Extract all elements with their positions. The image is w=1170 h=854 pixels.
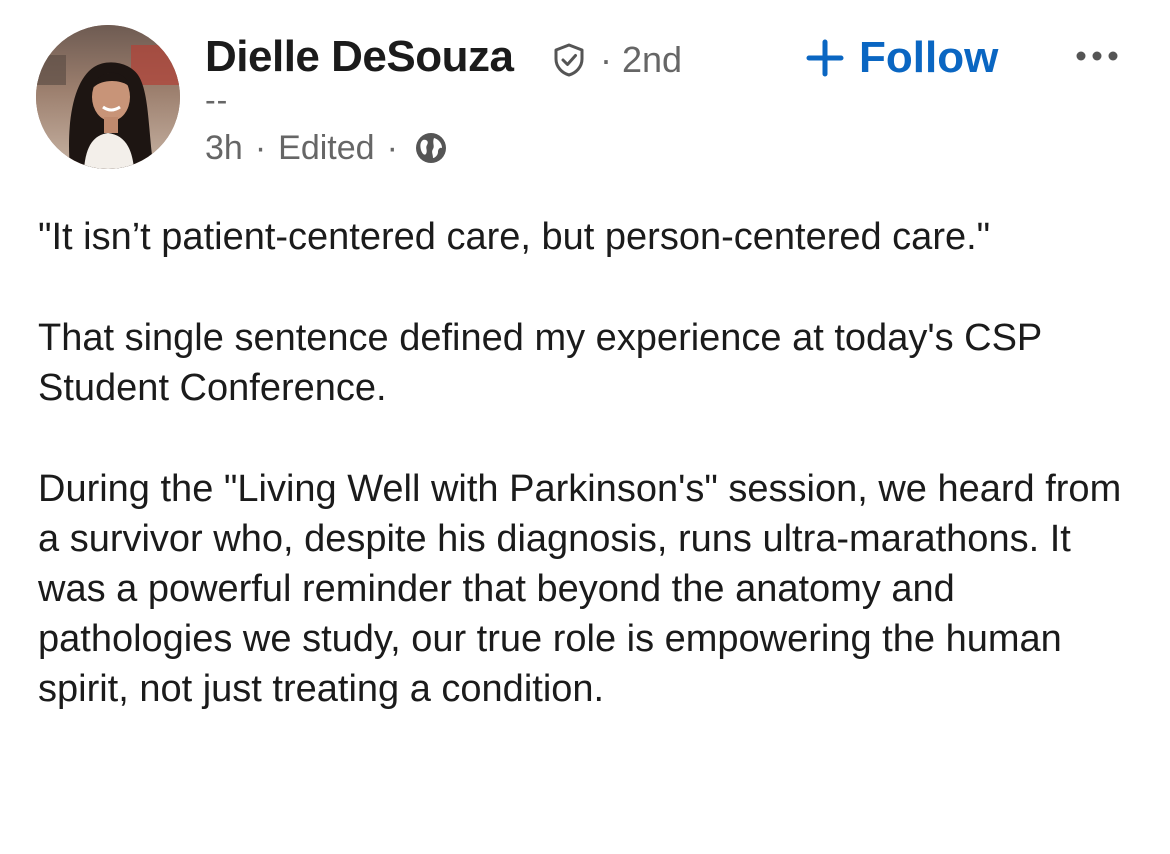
separator-dot: · xyxy=(600,39,612,80)
separator-dot: · xyxy=(386,128,398,167)
avatar[interactable] xyxy=(36,25,180,169)
plus-icon xyxy=(806,39,844,77)
globe-icon xyxy=(415,133,446,163)
more-horizontal-icon[interactable] xyxy=(1072,38,1122,74)
post-paragraph: "It isn’t patient-centered care, but per… xyxy=(38,216,991,258)
follow-label: Follow xyxy=(859,33,999,82)
edited-label: Edited xyxy=(278,128,375,167)
post-meta: 3h · Edited · xyxy=(205,126,448,170)
author-headline: -- xyxy=(205,82,229,118)
avatar-image xyxy=(36,25,180,169)
post-paragraph: During the "Living Well with Parkinson's… xyxy=(38,468,1122,710)
post-time: 3h xyxy=(205,128,243,167)
follow-button[interactable]: Follow xyxy=(805,28,998,88)
post-body: "It isn’t patient-centered care, but per… xyxy=(38,212,1138,714)
degree-label: 2nd xyxy=(622,39,683,80)
post-paragraph: That single sentence defined my experien… xyxy=(38,317,1042,409)
connection-degree: · 2nd xyxy=(600,38,682,82)
separator-dot: · xyxy=(254,128,267,167)
verified-shield-icon xyxy=(554,43,584,77)
author-name[interactable]: Dielle DeSouza xyxy=(205,30,514,84)
post-header: Dielle DeSouza · 2nd -- 3h · Edited · Fol… xyxy=(0,0,1170,190)
